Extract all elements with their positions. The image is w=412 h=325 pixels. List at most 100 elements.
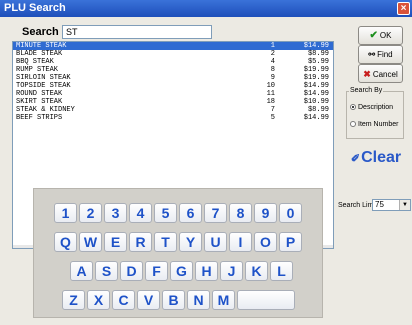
ok-label: OK [379, 31, 392, 40]
result-code: 1 [270, 42, 275, 50]
clear-button[interactable]: ✐Clear [347, 147, 405, 169]
result-row[interactable]: SIRLOIN STEAK 9 $19.99 [13, 74, 333, 82]
key-space[interactable] [237, 290, 295, 310]
key-h[interactable]: H [195, 261, 218, 281]
key-i[interactable]: I [229, 232, 252, 252]
result-row[interactable]: STEAK & KIDNEY 7 $8.99 [13, 106, 333, 114]
result-row[interactable]: ROUND STEAK 11 $14.99 [13, 90, 333, 98]
result-price: $14.99 [303, 90, 329, 98]
key-c[interactable]: C [112, 290, 135, 310]
key-j[interactable]: J [220, 261, 243, 281]
find-button[interactable]: ⚯ Find [358, 45, 403, 64]
result-price: $8.99 [307, 106, 329, 114]
result-name: ROUND STEAK [16, 90, 63, 98]
key-0[interactable]: 0 [279, 203, 302, 223]
cancel-button[interactable]: ✖ Cancel [358, 64, 403, 83]
key-1[interactable]: 1 [54, 203, 77, 223]
key-u[interactable]: U [204, 232, 227, 252]
result-price: $19.99 [303, 66, 329, 74]
cancel-label: Cancel [372, 70, 398, 79]
result-price: $5.99 [307, 58, 329, 66]
result-code: 8 [270, 66, 275, 74]
result-price: $14.99 [303, 42, 329, 50]
key-5[interactable]: 5 [154, 203, 177, 223]
search-by-legend: Search By [349, 87, 384, 94]
result-name: BEEF STRIPS [16, 114, 63, 122]
key-e[interactable]: E [104, 232, 127, 252]
result-row[interactable]: SKIRT STEAK 18 $10.99 [13, 98, 333, 106]
result-code: 9 [270, 74, 275, 82]
result-code: 2 [270, 50, 275, 58]
result-row[interactable]: BLADE STEAK 2 $8.99 [13, 50, 333, 58]
result-name: SKIRT STEAK [16, 98, 63, 106]
eraser-icon: ✐ [350, 153, 361, 165]
key-p[interactable]: P [279, 232, 302, 252]
dropdown-arrow-icon[interactable]: ▼ [399, 200, 410, 210]
key-r[interactable]: R [129, 232, 152, 252]
ok-button[interactable]: ✔ OK [358, 26, 403, 45]
key-y[interactable]: Y [179, 232, 202, 252]
key-d[interactable]: D [120, 261, 143, 281]
key-a[interactable]: A [70, 261, 93, 281]
key-v[interactable]: V [137, 290, 160, 310]
key-l[interactable]: L [270, 261, 293, 281]
result-code: 7 [270, 106, 275, 114]
radio-item-number[interactable]: Item Number [350, 121, 398, 128]
key-n[interactable]: N [187, 290, 210, 310]
close-button[interactable]: × [397, 2, 410, 15]
key-2[interactable]: 2 [79, 203, 102, 223]
search-input[interactable]: ST [62, 25, 212, 39]
search-limit-value: 75 [375, 200, 384, 209]
radio-label: Item Number [358, 121, 399, 128]
key-4[interactable]: 4 [129, 203, 152, 223]
result-code: 10 [266, 82, 275, 90]
result-row[interactable]: BEEF STRIPS 5 $14.99 [13, 114, 333, 122]
radio-description[interactable]: Description [350, 104, 393, 111]
result-price: $8.99 [307, 50, 329, 58]
result-name: BLADE STEAK [16, 50, 63, 58]
search-by-group: Search By Description Item Number [346, 87, 404, 139]
checkmark-icon: ✔ [369, 30, 378, 41]
radio-label: Description [358, 104, 394, 111]
result-code: 18 [266, 98, 275, 106]
key-s[interactable]: S [95, 261, 118, 281]
key-7[interactable]: 7 [204, 203, 227, 223]
plu-search-window: PLU Search × Search ST MINUTE STEAK 1 $14.… [0, 0, 412, 325]
key-f[interactable]: F [145, 261, 168, 281]
search-label: Search [22, 26, 59, 38]
radio-button[interactable] [350, 104, 356, 111]
result-price: $14.99 [303, 114, 329, 122]
key-8[interactable]: 8 [229, 203, 252, 223]
key-q[interactable]: Q [54, 232, 77, 252]
key-9[interactable]: 9 [254, 203, 277, 223]
key-k[interactable]: K [245, 261, 268, 281]
key-t[interactable]: T [154, 232, 177, 252]
key-6[interactable]: 6 [179, 203, 202, 223]
search-limit-select[interactable]: 75 ▼ [372, 199, 411, 211]
result-code: 11 [266, 90, 275, 98]
result-price: $14.99 [303, 82, 329, 90]
key-3[interactable]: 3 [104, 203, 127, 223]
result-row[interactable]: BBQ STEAK 4 $5.99 [13, 58, 333, 66]
key-z[interactable]: Z [62, 290, 85, 310]
result-name: BBQ STEAK [16, 58, 54, 66]
result-name: RUMP STEAK [16, 66, 59, 74]
key-w[interactable]: W [79, 232, 102, 252]
key-g[interactable]: G [170, 261, 193, 281]
key-x[interactable]: X [87, 290, 110, 310]
key-o[interactable]: O [254, 232, 277, 252]
result-name: MINUTE STEAK [16, 42, 67, 50]
result-row[interactable]: RUMP STEAK 8 $19.99 [13, 66, 333, 74]
title-bar[interactable]: PLU Search × [0, 0, 412, 17]
result-price: $10.99 [303, 98, 329, 106]
result-row[interactable]: MINUTE STEAK 1 $14.99 [13, 42, 333, 50]
binoculars-icon: ⚯ [368, 50, 376, 59]
window-title: PLU Search [4, 2, 66, 14]
result-row[interactable]: TOPSIDE STEAK 10 $14.99 [13, 82, 333, 90]
result-name: STEAK & KIDNEY [16, 106, 75, 114]
key-b[interactable]: B [162, 290, 185, 310]
x-icon: ✖ [363, 69, 371, 79]
radio-button[interactable] [350, 121, 356, 128]
on-screen-keyboard: 1234567890 QWERTYUIOP ASDFGHJKL ZXCVBNM [33, 188, 323, 318]
key-m[interactable]: M [212, 290, 235, 310]
